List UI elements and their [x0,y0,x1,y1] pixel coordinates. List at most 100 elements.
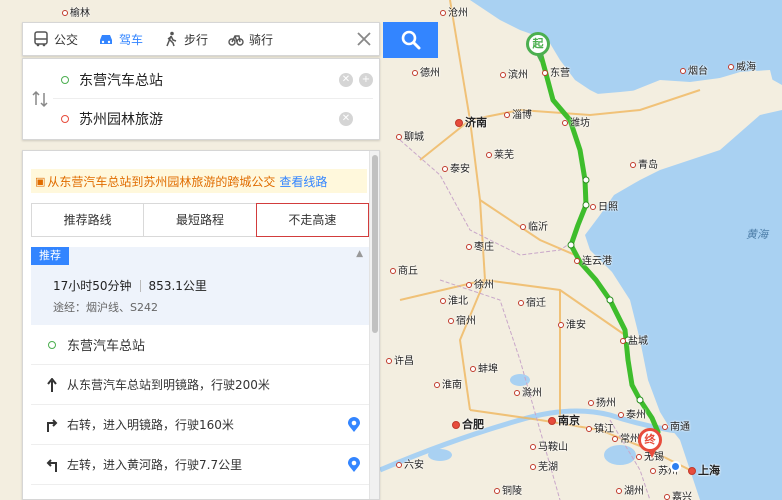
map-city-label[interactable]: 盐城 [620,332,648,347]
map-city-label[interactable]: 淮北 [440,292,468,307]
map-city-label[interactable]: 东营 [542,64,570,79]
map-city-label[interactable]: 商丘 [390,262,418,277]
map-city-label[interactable]: 南京 [548,412,580,428]
step-straight[interactable]: 从东营汽车总站到明镜路，行驶200米 [31,365,369,405]
map-city-label[interactable]: 淄博 [504,106,532,121]
scroll-thumb[interactable] [372,155,378,333]
map-city-label[interactable]: 湖州 [616,482,644,497]
map-city-label[interactable]: 南通 [662,418,690,433]
map-city-label[interactable]: 日照 [590,198,618,213]
city-dot-icon [455,119,463,127]
map-city-label[interactable]: 淮南 [434,376,462,391]
current-location-icon[interactable] [670,461,681,472]
recommended-route-card[interactable]: 推荐 ▲ 17小时50分钟 853.1公里 途经：烟沪线、S242 [31,247,369,325]
map-city-label[interactable]: 铜陵 [494,482,522,497]
turn-right-icon [47,418,58,432]
map-city-label[interactable]: 嘉兴 [664,488,692,500]
map-city-label[interactable]: 扬州 [588,394,616,409]
city-dot-icon [494,488,500,494]
end-marker-icon[interactable]: 终 [638,428,662,458]
tab-drive[interactable]: 驾车 [88,23,153,55]
add-waypoint-button[interactable]: + [359,72,373,87]
tab-recommended[interactable]: 推荐路线 [32,204,145,236]
map-city-label[interactable]: 临沂 [520,218,548,233]
map-city-label[interactable]: 芜湖 [530,458,558,473]
intercity-bus-notice: ▣ 从东营汽车总站到苏州园林旅游的跨城公交 查看线路 [31,169,367,193]
map-city-label[interactable]: 宿州 [448,312,476,327]
city-name: 铜陵 [502,486,522,497]
start-input[interactable] [79,71,333,88]
map-city-label[interactable]: 沧州 [440,4,468,19]
map-city-label[interactable]: 六安 [396,456,424,471]
route-input-box: ✕ + ✕ [22,58,380,140]
locate-pin-icon[interactable] [347,417,361,433]
city-dot-icon [688,467,696,475]
view-lines-link[interactable]: 查看线路 [279,173,327,190]
map-city-label[interactable]: 马鞍山 [530,438,568,453]
map-city-label[interactable]: 蚌埠 [470,360,498,375]
search-button[interactable] [383,22,438,58]
map-city-label[interactable]: 常州 [612,430,640,445]
city-name: 淮安 [566,320,586,331]
map-city-label[interactable]: 威海 [728,58,756,73]
start-marker-icon[interactable]: 起 [526,32,550,62]
map-city-label[interactable]: 潍坊 [562,114,590,129]
step-turn-left[interactable]: 左转，进入黄河路，行驶7.7公里 [31,445,369,485]
city-name: 马鞍山 [538,442,568,453]
city-dot-icon [390,268,396,274]
city-dot-icon [542,70,548,76]
clear-end-button[interactable]: ✕ [339,112,353,126]
map-city-label[interactable]: 连云港 [574,252,612,267]
city-name: 泰安 [450,164,470,175]
map-city-label[interactable]: 德州 [412,64,440,79]
map-city-label[interactable]: 滨州 [500,66,528,81]
collapse-caret-icon[interactable]: ▲ [356,249,363,259]
tab-walk[interactable]: 步行 [153,23,218,55]
tab-shortest[interactable]: 最短路程 [144,204,257,236]
map-city-label[interactable]: 枣庄 [466,238,494,253]
map-city-label[interactable]: 淮安 [558,316,586,331]
city-dot-icon [466,282,472,288]
step-start[interactable]: 东营汽车总站 [31,325,369,365]
map-city-label[interactable]: 宿迁 [518,294,546,309]
city-dot-icon [434,382,440,388]
map-city-label[interactable]: 合肥 [452,416,484,432]
start-row: ✕ + [53,61,373,99]
map-city-label[interactable]: 徐州 [466,276,494,291]
end-row: ✕ [53,100,373,138]
map-city-label[interactable]: 泰州 [618,406,646,421]
city-name: 淮北 [448,296,468,307]
map-city-label[interactable]: 济南 [455,114,487,130]
step-turn-right[interactable]: 右转，进入明镜路，行驶160米 [31,405,369,445]
map-city-label[interactable]: 上海 [688,462,720,478]
map-city-label[interactable]: 青岛 [630,156,658,171]
tab-bus[interactable]: 公交 [23,23,88,55]
scrollbar[interactable] [369,151,379,499]
map-city-label[interactable]: 烟台 [680,62,708,77]
map-city-label[interactable]: 聊城 [396,128,424,143]
tab-bike[interactable]: 骑行 [218,23,283,55]
city-dot-icon [574,258,580,264]
start-point-icon [61,75,69,84]
map-city-label[interactable]: 莱芜 [486,146,514,161]
map-city-label[interactable]: 滁州 [514,384,542,399]
travel-mode-bar: 公交 驾车 步行 骑行 [22,22,380,56]
end-input[interactable] [79,111,333,127]
locate-pin-icon[interactable] [347,457,361,473]
map-city-label[interactable]: 榆林 [62,4,90,19]
city-dot-icon [486,152,492,158]
map-city-label[interactable]: 镇江 [586,420,614,435]
map-city-label[interactable]: 许昌 [386,352,414,367]
map-city-label[interactable]: 泰安 [442,160,470,175]
city-name: 泰州 [626,410,646,421]
city-dot-icon [448,318,454,324]
swap-route-icon[interactable] [31,89,49,109]
close-icon [357,32,371,46]
close-button[interactable] [349,23,379,55]
tab-no-highway[interactable]: 不走高速 [255,203,369,237]
city-name: 滨州 [508,70,528,81]
city-dot-icon [396,134,402,140]
city-dot-icon [612,436,618,442]
tab-bike-label: 骑行 [249,32,274,47]
clear-start-button[interactable]: ✕ [339,72,353,87]
